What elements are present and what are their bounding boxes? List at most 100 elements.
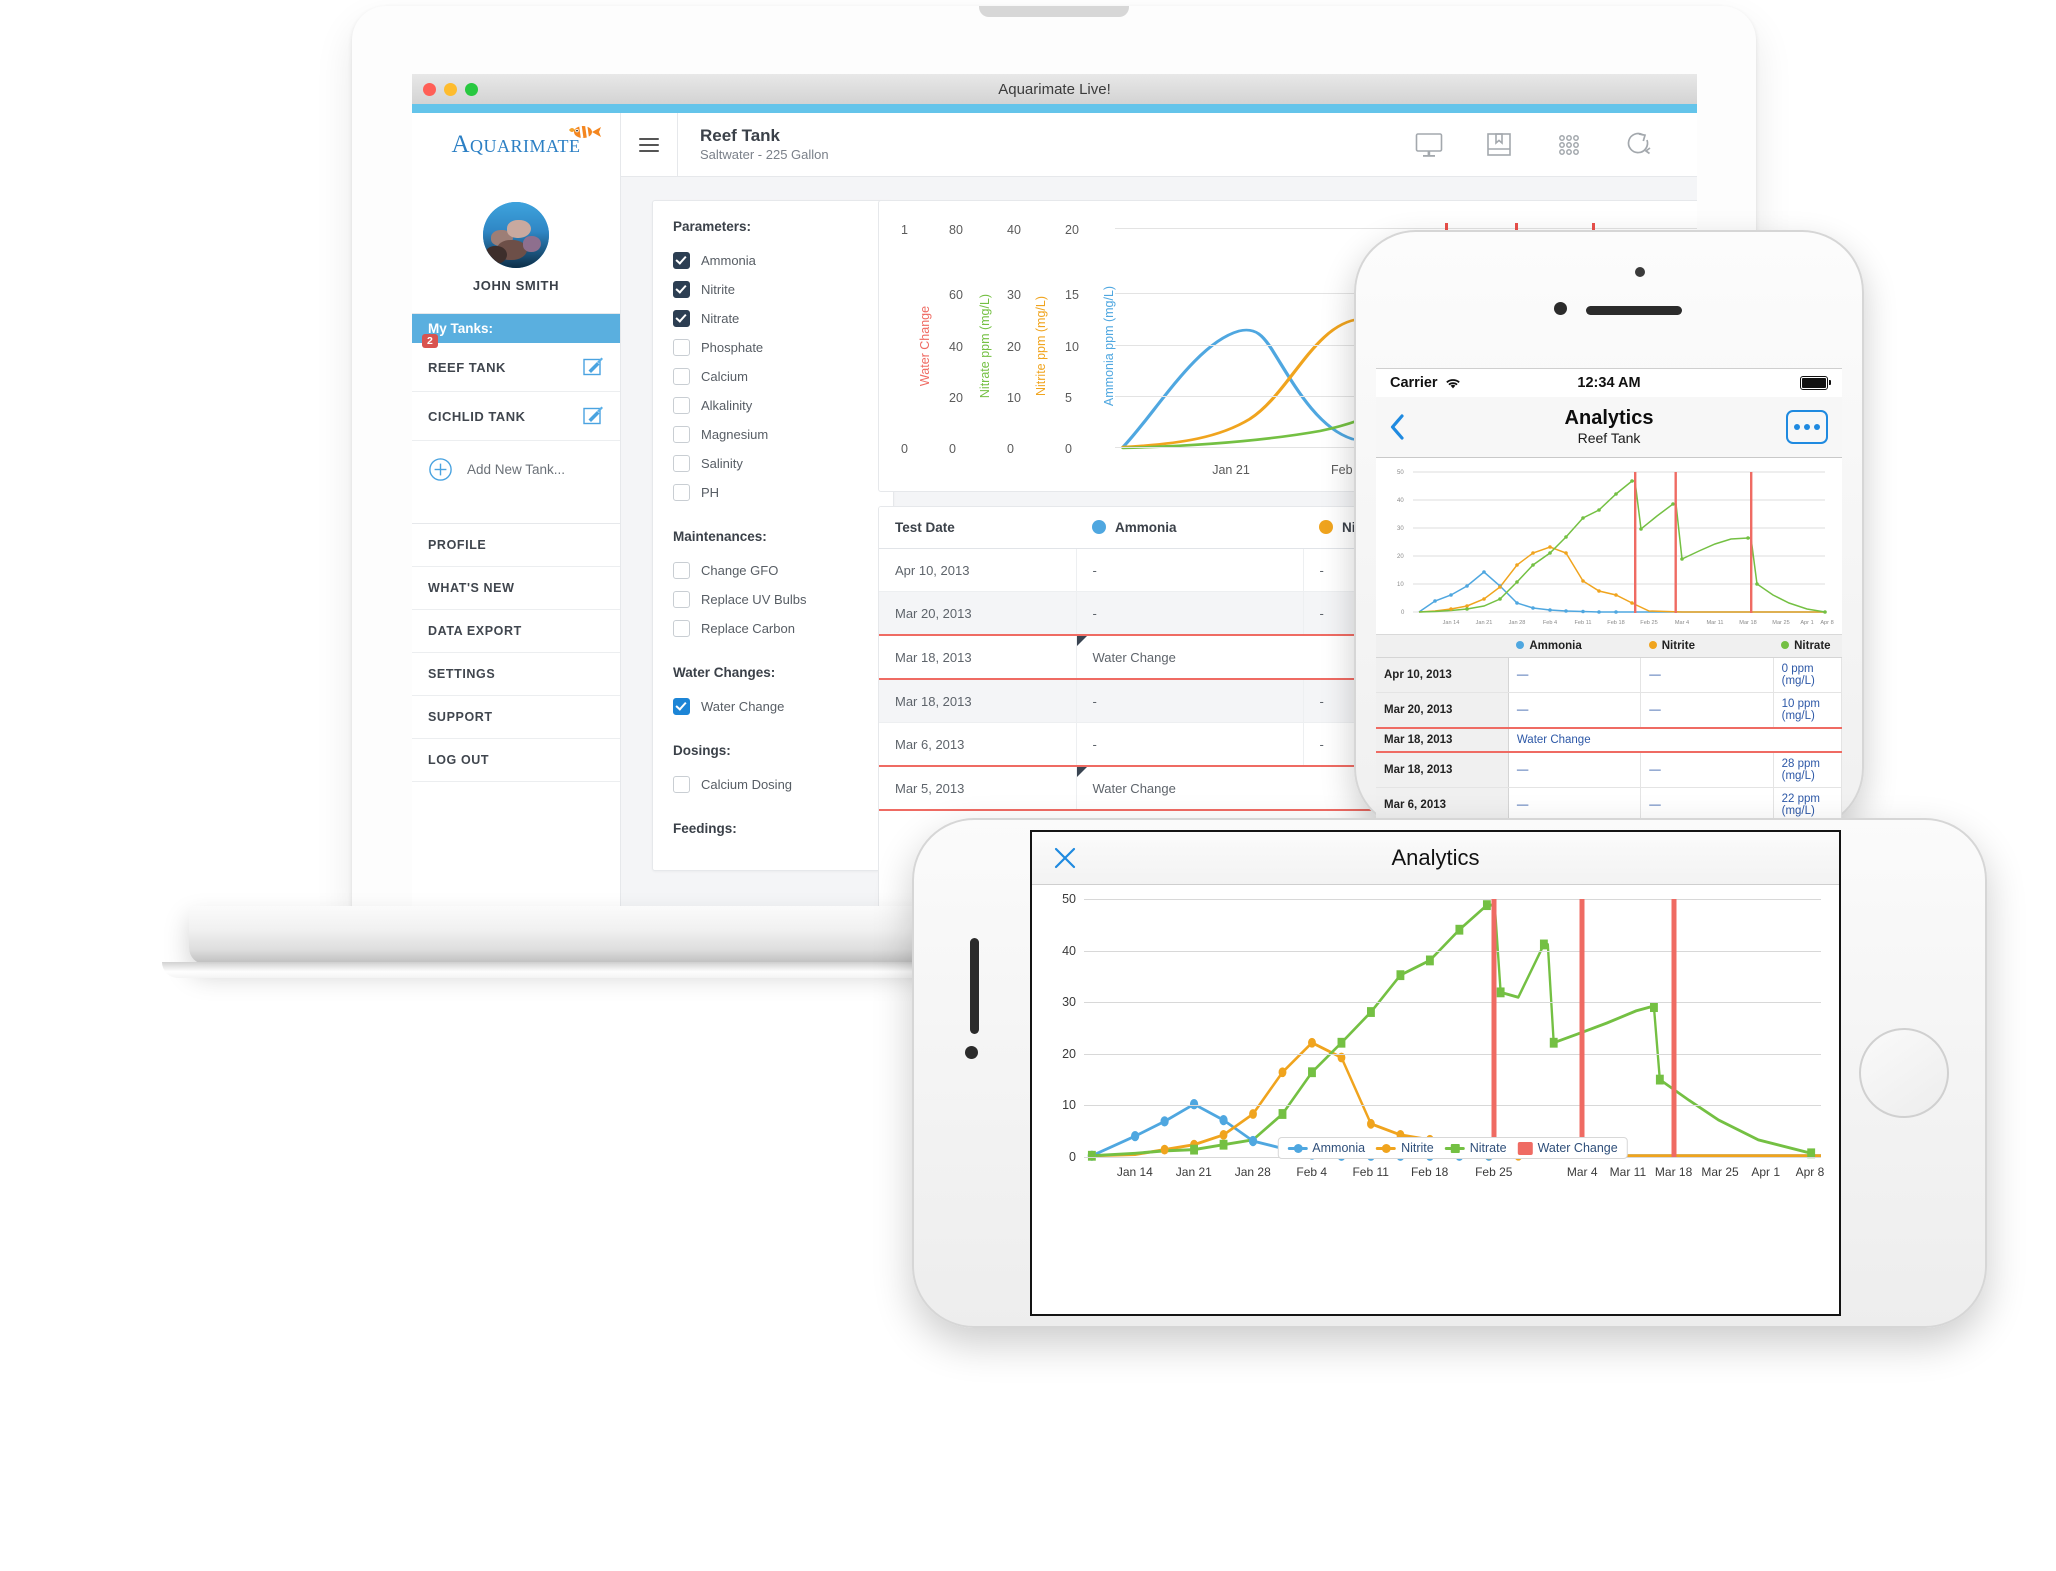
filter-salinity[interactable]: Salinity <box>673 449 873 478</box>
checkbox[interactable] <box>673 426 690 443</box>
filter-calcium[interactable]: Calcium <box>673 362 873 391</box>
x-axis-tick: Jan 28 <box>1234 1165 1271 1179</box>
table-row-water-change[interactable]: Mar 18, 2013 Water Change <box>1376 727 1842 753</box>
sidebar-item-settings[interactable]: SETTINGS <box>412 653 620 696</box>
gridline: 10 <box>1062 1098 1821 1112</box>
filter-phosphate[interactable]: Phosphate <box>673 333 873 362</box>
checkbox[interactable] <box>673 484 690 501</box>
sidebar-divider <box>412 497 620 524</box>
x-axis-tick: Jan 21 <box>1175 1165 1212 1179</box>
cell-ammonia: - <box>1076 548 1304 592</box>
phone-camera-icon <box>1554 302 1567 315</box>
column-header-nitrite[interactable]: Nitrite <box>1640 635 1774 658</box>
cell-date: Apr 10, 2013 <box>1376 657 1509 693</box>
water-change-line <box>1579 899 1585 1157</box>
brand-logo[interactable]: Aquarimate <box>412 113 621 176</box>
menu-toggle-button[interactable] <box>621 113 678 176</box>
checkbox[interactable] <box>673 562 690 579</box>
sidebar-item-whats-new[interactable]: WHAT'S NEW <box>412 567 620 610</box>
filter-calcium-dosing[interactable]: Calcium Dosing <box>673 770 873 799</box>
svg-text:Apr 8: Apr 8 <box>1820 620 1833 626</box>
checkbox[interactable] <box>673 455 690 472</box>
chevron-left-icon[interactable] <box>1390 414 1405 440</box>
sidebar-item-cichlid-tank[interactable]: CICHLID TANK <box>412 392 620 441</box>
filter-water-change[interactable]: Water Change <box>673 692 873 721</box>
legend-item-water-change[interactable]: Water Change <box>1517 1141 1618 1155</box>
avatar[interactable] <box>483 202 549 268</box>
monitor-icon[interactable] <box>1415 132 1443 158</box>
checkbox[interactable] <box>673 252 690 269</box>
filter-ph[interactable]: PH <box>673 478 873 507</box>
filter-ammonia[interactable]: Ammonia <box>673 246 873 275</box>
filter-label: Calcium <box>701 369 748 384</box>
column-header-ammonia[interactable]: Ammonia <box>1076 507 1303 549</box>
phone-sensor-icon <box>1635 267 1645 277</box>
header-titles: Reef Tank Saltwater - 225 Gallon <box>678 125 829 163</box>
filter-replace-uv-bulbs[interactable]: Replace UV Bulbs <box>673 585 873 614</box>
filter-label: Nitrate <box>701 311 740 326</box>
table-row[interactable]: Mar 18, 2013— —28 ppm (mg/L) <box>1376 752 1842 788</box>
column-header-nitrate[interactable]: Nitrate <box>1773 635 1842 658</box>
phone-portrait-table: Ammonia Nitrite Nitrate Apr 10, 2013— —0 … <box>1376 634 1842 823</box>
checkbox[interactable] <box>673 776 690 793</box>
legend-dot-ammonia <box>1092 520 1106 534</box>
sidebar-item-profile[interactable]: PROFILE <box>412 524 620 567</box>
filter-alkalinity[interactable]: Alkalinity <box>673 391 873 420</box>
legend-item-nitrite[interactable]: Nitrite <box>1376 1141 1434 1155</box>
column-header-blank <box>1376 635 1509 658</box>
close-x-icon[interactable] <box>1052 845 1078 871</box>
filter-label: Change GFO <box>701 563 779 578</box>
filter-nitrate[interactable]: Nitrate <box>673 304 873 333</box>
svg-text:Jan 28: Jan 28 <box>1509 620 1526 626</box>
minimize-window-icon[interactable] <box>444 83 457 96</box>
column-header-ammonia[interactable]: Ammonia <box>1508 635 1641 658</box>
sidebar-section-my-tanks: My Tanks: <box>412 314 620 343</box>
column-label: Ammonia <box>1115 520 1177 535</box>
checkbox[interactable] <box>673 591 690 608</box>
checkbox[interactable] <box>673 281 690 298</box>
cell-nitrate: 28 ppm (mg/L) <box>1773 752 1842 788</box>
grid-icon[interactable] <box>1555 132 1583 158</box>
checkbox[interactable] <box>673 339 690 356</box>
filter-magnesium[interactable]: Magnesium <box>673 420 873 449</box>
legend-marker-nitrite <box>1376 1143 1397 1153</box>
water-change-line <box>1671 899 1677 1157</box>
more-dots-icon[interactable] <box>1786 410 1828 444</box>
cell-date: Mar 18, 2013 <box>1376 752 1509 788</box>
refresh-icon[interactable] <box>1625 132 1653 158</box>
legend-item-nitrate[interactable]: Nitrate <box>1444 1141 1507 1155</box>
column-header-test-date[interactable]: Test Date <box>879 507 1076 549</box>
chart-legend: Ammonia Nitrite Nitrate Water Change <box>1277 1137 1628 1159</box>
filter-change-gfo[interactable]: Change GFO <box>673 556 873 585</box>
checkbox[interactable] <box>673 698 690 715</box>
legend-item-ammonia[interactable]: Ammonia <box>1287 1141 1365 1155</box>
close-window-icon[interactable] <box>423 83 436 96</box>
checkbox[interactable] <box>673 620 690 637</box>
sidebar-item-support[interactable]: SUPPORT <box>412 696 620 739</box>
sidebar-item-log-out[interactable]: LOG OUT <box>412 739 620 782</box>
journal-icon[interactable] <box>1485 132 1513 158</box>
filters-group-title: Water Changes: <box>673 665 776 680</box>
window-traffic-lights[interactable] <box>423 83 478 96</box>
svg-text:Jan 21: Jan 21 <box>1476 620 1493 626</box>
checkbox[interactable] <box>673 310 690 327</box>
edit-pencil-icon[interactable] <box>582 356 604 378</box>
add-new-tank-button[interactable]: Add New Tank... <box>412 441 620 497</box>
legend-dot-nitrite <box>1648 641 1657 649</box>
table-row[interactable]: Apr 10, 2013— —0 ppm (mg/L) <box>1376 657 1842 693</box>
sidebar-item-data-export[interactable]: DATA EXPORT <box>412 610 620 653</box>
filter-label: Phosphate <box>701 340 764 355</box>
checkbox[interactable] <box>673 368 690 385</box>
edit-pencil-icon[interactable] <box>582 405 604 427</box>
table-row[interactable]: Mar 20, 2013— —10 ppm (mg/L) <box>1376 692 1842 729</box>
x-axis-tick: Apr 8 <box>1795 1165 1825 1179</box>
home-button[interactable] <box>1859 1028 1949 1118</box>
sidebar-item-reef-tank[interactable]: 2 REEF TANK <box>412 334 620 392</box>
zoom-window-icon[interactable] <box>465 83 478 96</box>
filter-nitrite[interactable]: Nitrite <box>673 275 873 304</box>
filter-replace-carbon[interactable]: Replace Carbon <box>673 614 873 643</box>
svg-text:Mar 25: Mar 25 <box>1772 620 1789 626</box>
cell-date: Mar 18, 2013 <box>879 634 1077 680</box>
status-badge: 2 <box>422 334 438 348</box>
checkbox[interactable] <box>673 397 690 414</box>
